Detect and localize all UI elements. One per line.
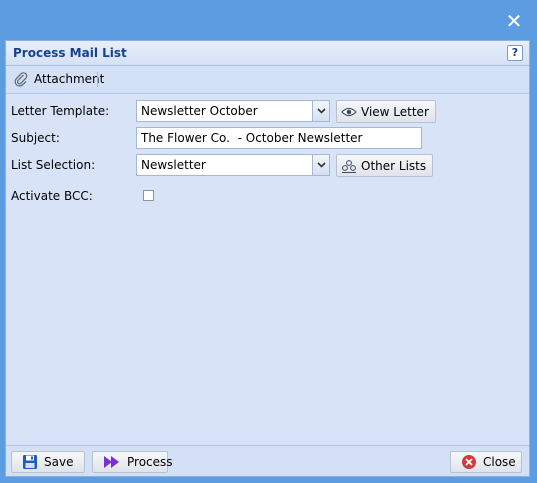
save-button[interactable]: Save [11, 451, 85, 473]
activate-bcc-row: Activate BCC: [11, 185, 526, 207]
close-label: Close [483, 455, 516, 469]
list-selection-label: List Selection: [11, 158, 96, 172]
subject-label: Subject: [11, 131, 60, 145]
save-label: Save [44, 455, 74, 469]
activate-bcc-checkbox[interactable] [143, 190, 154, 201]
list-selection-row: List Selection: Newsletter Other Lists [11, 154, 526, 177]
view-letter-label: View Letter [361, 104, 429, 119]
subject-input[interactable] [137, 128, 421, 148]
view-letter-button[interactable]: View Letter [336, 100, 436, 123]
eye-icon [341, 106, 357, 118]
other-lists-button[interactable]: Other Lists [336, 154, 434, 177]
letter-template-select[interactable]: Newsletter October [136, 100, 330, 122]
activate-bcc-label: Activate BCC: [11, 189, 93, 203]
attachment-label: Attachment [34, 72, 105, 86]
dialog-header: Process Mail List ? [6, 41, 529, 66]
process-button[interactable]: Process [92, 451, 173, 473]
group-icon [341, 159, 357, 173]
close-button[interactable]: Close [450, 451, 522, 473]
process-label: Process [127, 455, 173, 469]
subject-row: Subject: [11, 127, 526, 149]
chevron-down-icon[interactable] [312, 155, 329, 175]
fast-forward-icon [103, 455, 121, 469]
list-selection-select[interactable]: Newsletter [136, 154, 330, 176]
chevron-down-icon[interactable] [312, 101, 329, 121]
letter-template-label: Letter Template: [11, 104, 110, 118]
process-mail-list-dialog: Process Mail List ? Attachment Letter Te… [5, 40, 530, 477]
toolbar-separator [97, 72, 98, 87]
help-icon[interactable]: ? [507, 45, 523, 61]
other-lists-label: Other Lists [361, 158, 427, 173]
letter-template-value: Newsletter October [141, 104, 258, 118]
save-icon [22, 454, 38, 470]
dialog-title: Process Mail List [13, 46, 127, 60]
close-icon [461, 454, 477, 470]
letter-template-row: Letter Template: Newsletter October View… [11, 100, 526, 123]
dialog-footer: Save Process Close [6, 445, 529, 476]
paperclip-icon [13, 71, 29, 87]
list-selection-value: Newsletter [141, 158, 206, 172]
subject-field[interactable] [136, 127, 422, 149]
window-close-icon[interactable]: ✕ [503, 10, 525, 32]
attachment-button[interactable]: Attachment [10, 69, 110, 89]
toolbar: Attachment [6, 66, 529, 94]
